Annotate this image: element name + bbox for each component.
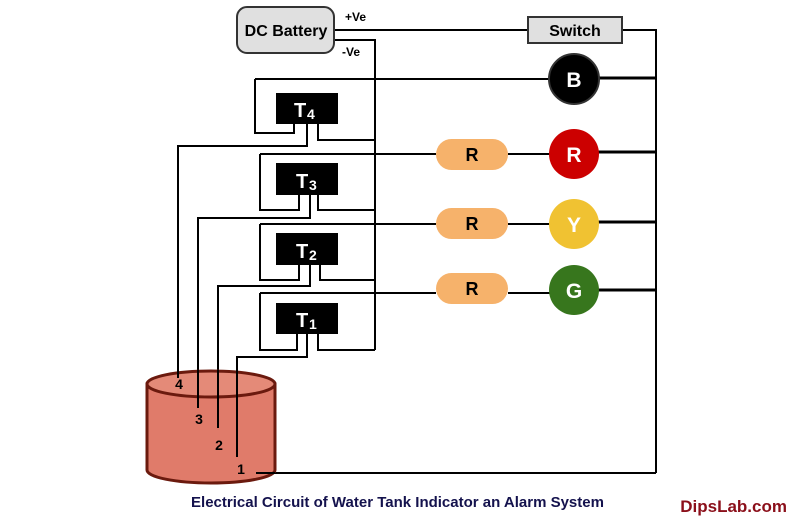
diagram-title: Electrical Circuit of Water Tank Indicat… <box>191 494 604 511</box>
negative-terminal-label: -Ve <box>342 45 360 59</box>
svg-text:3: 3 <box>309 177 317 193</box>
switch: Switch <box>527 16 623 44</box>
resistor-1: R <box>436 139 508 170</box>
svg-text:R: R <box>466 145 479 165</box>
resistor-3: R <box>436 273 508 304</box>
svg-text:4: 4 <box>307 106 315 122</box>
transistor-t4: T 4 <box>276 93 338 124</box>
probe-label-4: 4 <box>175 376 183 392</box>
transistor-t1: T 1 <box>276 303 338 334</box>
transistor-t3: T 3 <box>276 163 338 195</box>
svg-text:Y: Y <box>567 214 581 237</box>
svg-text:R: R <box>466 214 479 234</box>
buzzer-indicator: B <box>548 53 600 105</box>
svg-text:T: T <box>296 241 308 263</box>
probe-label-2: 2 <box>215 437 223 453</box>
svg-text:T: T <box>296 310 308 332</box>
svg-text:R: R <box>566 144 581 167</box>
svg-text:G: G <box>566 280 582 303</box>
svg-text:B: B <box>566 69 581 92</box>
svg-text:1: 1 <box>309 316 317 332</box>
svg-text:R: R <box>466 279 479 299</box>
credit-link[interactable]: DipsLab.com <box>680 497 787 517</box>
switch-label: Switch <box>549 23 601 40</box>
svg-text:T: T <box>294 100 306 122</box>
yellow-led: Y <box>549 199 599 249</box>
probe-label-1: 1 <box>237 461 245 477</box>
svg-text:T: T <box>296 171 308 193</box>
water-tank: 4 3 2 1 <box>145 369 277 485</box>
probe-label-3: 3 <box>195 411 203 427</box>
circuit-diagram: DC Battery +Ve -Ve Switch T 4 T 3 T 2 T … <box>145 6 657 485</box>
resistor-2: R <box>436 208 508 239</box>
positive-terminal-label: +Ve <box>345 10 366 24</box>
right-rail-wire <box>622 29 657 473</box>
battery-label: DC Battery <box>245 23 328 40</box>
dc-battery: DC Battery <box>236 6 335 54</box>
svg-text:2: 2 <box>309 247 317 263</box>
transistor-t2: T 2 <box>276 233 338 265</box>
green-led: G <box>549 265 599 315</box>
red-led: R <box>549 129 599 179</box>
negative-rail-wire <box>334 39 376 350</box>
